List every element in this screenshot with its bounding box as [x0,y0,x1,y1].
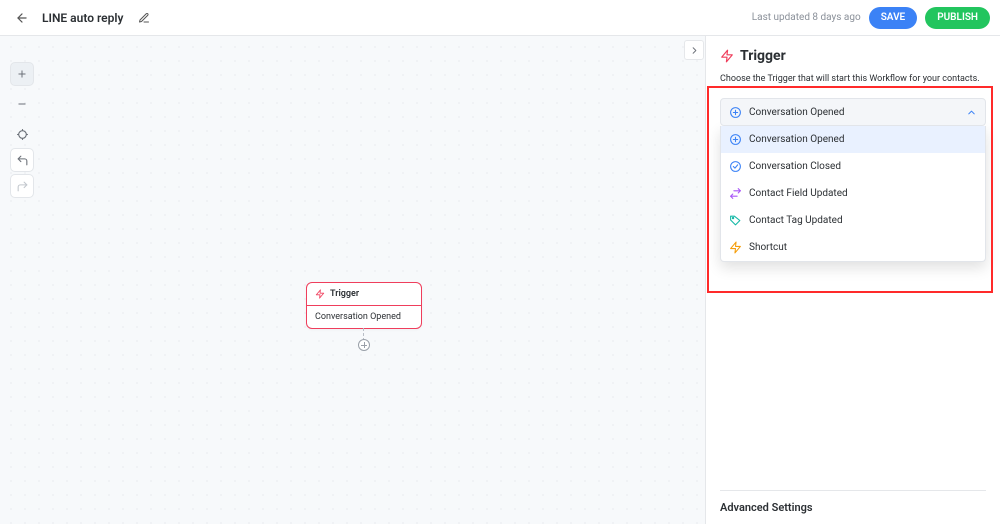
node-connector [358,328,370,354]
last-updated-label: Last updated 8 days ago [752,12,861,23]
trigger-node-body: Conversation Opened [307,306,421,328]
trigger-panel: Trigger Choose the Trigger that will sta… [705,36,1000,524]
option-shortcut[interactable]: Shortcut [721,234,985,261]
option-conversation-opened[interactable]: Conversation Opened [721,126,985,153]
add-step-button[interactable] [358,339,370,351]
chevron-right-icon [689,45,700,56]
redo-icon [16,180,29,193]
panel-title: Trigger [720,48,986,64]
history-toolbar [10,148,34,198]
minus-icon [16,98,28,110]
chevron-up-icon [966,107,977,118]
publish-button[interactable]: PUBLISH [925,7,990,29]
trigger-select-value: Conversation Opened [749,107,844,118]
zoom-out-button[interactable] [10,92,34,116]
option-conversation-closed[interactable]: Conversation Closed [721,153,985,180]
check-circle-icon [729,160,742,173]
redo-button[interactable] [10,174,34,198]
undo-icon [16,154,29,167]
recenter-button[interactable] [10,122,34,146]
trigger-node-header: Trigger [307,283,421,305]
option-label: Contact Tag Updated [749,215,843,226]
option-label: Shortcut [749,242,787,253]
workflow-canvas[interactable]: Trigger Conversation Opened [0,36,705,524]
pencil-icon [138,12,150,24]
trigger-node-title: Trigger [330,289,359,299]
tag-icon [729,214,742,227]
trigger-select[interactable]: Conversation Opened [720,98,986,126]
arrow-left-icon [15,11,29,25]
bolt-icon [720,49,734,63]
page-title: LINE auto reply [42,11,123,25]
panel-title-text: Trigger [740,48,786,64]
trigger-dropdown: Conversation Opened Conversation Closed … [720,126,986,262]
undo-button[interactable] [10,148,34,172]
collapse-panel-button[interactable] [684,40,704,60]
back-button[interactable] [10,6,34,30]
zoom-in-button[interactable] [10,62,34,86]
option-label: Contact Field Updated [749,188,848,199]
option-label: Conversation Closed [749,161,841,172]
main-area: Trigger Conversation Opened Trigger Choo… [0,36,1000,524]
panel-description: Choose the Trigger that will start this … [720,74,986,84]
edit-title-button[interactable] [133,7,155,29]
plus-circle-icon [729,133,742,146]
plus-circle-icon [729,106,742,119]
advanced-settings-header[interactable]: Advanced Settings [720,490,986,514]
top-right-group: Last updated 8 days ago SAVE PUBLISH [752,7,990,29]
option-contact-field-updated[interactable]: Contact Field Updated [721,180,985,207]
option-contact-tag-updated[interactable]: Contact Tag Updated [721,207,985,234]
bolt-icon [729,241,742,254]
trigger-node[interactable]: Trigger Conversation Opened [306,282,422,329]
option-label: Conversation Opened [749,134,844,145]
plus-icon [16,68,28,80]
zoom-toolbar [10,62,34,146]
top-bar: LINE auto reply Last updated 8 days ago … [0,0,1000,36]
bolt-icon [315,289,325,299]
crosshair-icon [16,128,29,141]
swap-icon [729,187,742,200]
save-button[interactable]: SAVE [869,7,918,29]
